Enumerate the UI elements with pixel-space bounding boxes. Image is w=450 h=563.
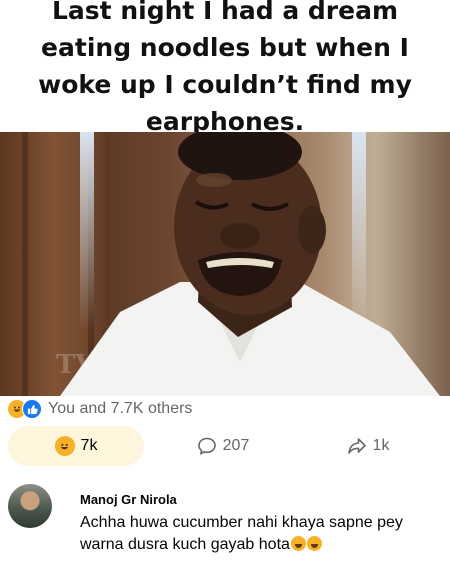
reaction-summary[interactable]: You and 7.7K others — [8, 396, 442, 422]
haha-icon — [54, 436, 75, 456]
post-caption: Last night I had a dream eating noodles … — [38, 0, 412, 136]
comment-line: warna dusra kuch gayab hota — [80, 534, 440, 556]
comment-text: Achha huwa cucumber nahi khaya sapne pey… — [80, 512, 440, 556]
reaction-summary-text: You and 7.7K others — [48, 400, 193, 417]
comment: Manoj Gr Nirola Achha huwa cucumber nahi… — [0, 478, 450, 563]
post-photo[interactable]: TV — [0, 132, 450, 396]
rofl-emoji-icon — [306, 536, 322, 551]
comment-line-text: warna dusra kuch gayab hota — [80, 536, 290, 553]
comment-button[interactable]: 207 — [148, 426, 298, 466]
share-arrow-icon — [347, 438, 366, 454]
avatar[interactable] — [8, 484, 52, 528]
share-button[interactable]: 1k — [298, 426, 438, 466]
rofl-emoji-icon — [290, 536, 306, 551]
post-action-bar: 7k 207 1k — [0, 424, 450, 468]
share-count: 1k — [372, 437, 390, 454]
reaction-count: 7k — [80, 437, 98, 454]
comment-author[interactable]: Manoj Gr Nirola — [80, 492, 177, 507]
comment-count: 207 — [222, 437, 250, 454]
comment-bubble-icon — [197, 437, 216, 455]
comment-line: Achha huwa cucumber nahi khaya sapne pey — [80, 514, 403, 531]
photo-watermark: TV — [56, 350, 96, 380]
react-button[interactable]: 7k — [8, 426, 144, 466]
like-icon — [22, 399, 42, 419]
